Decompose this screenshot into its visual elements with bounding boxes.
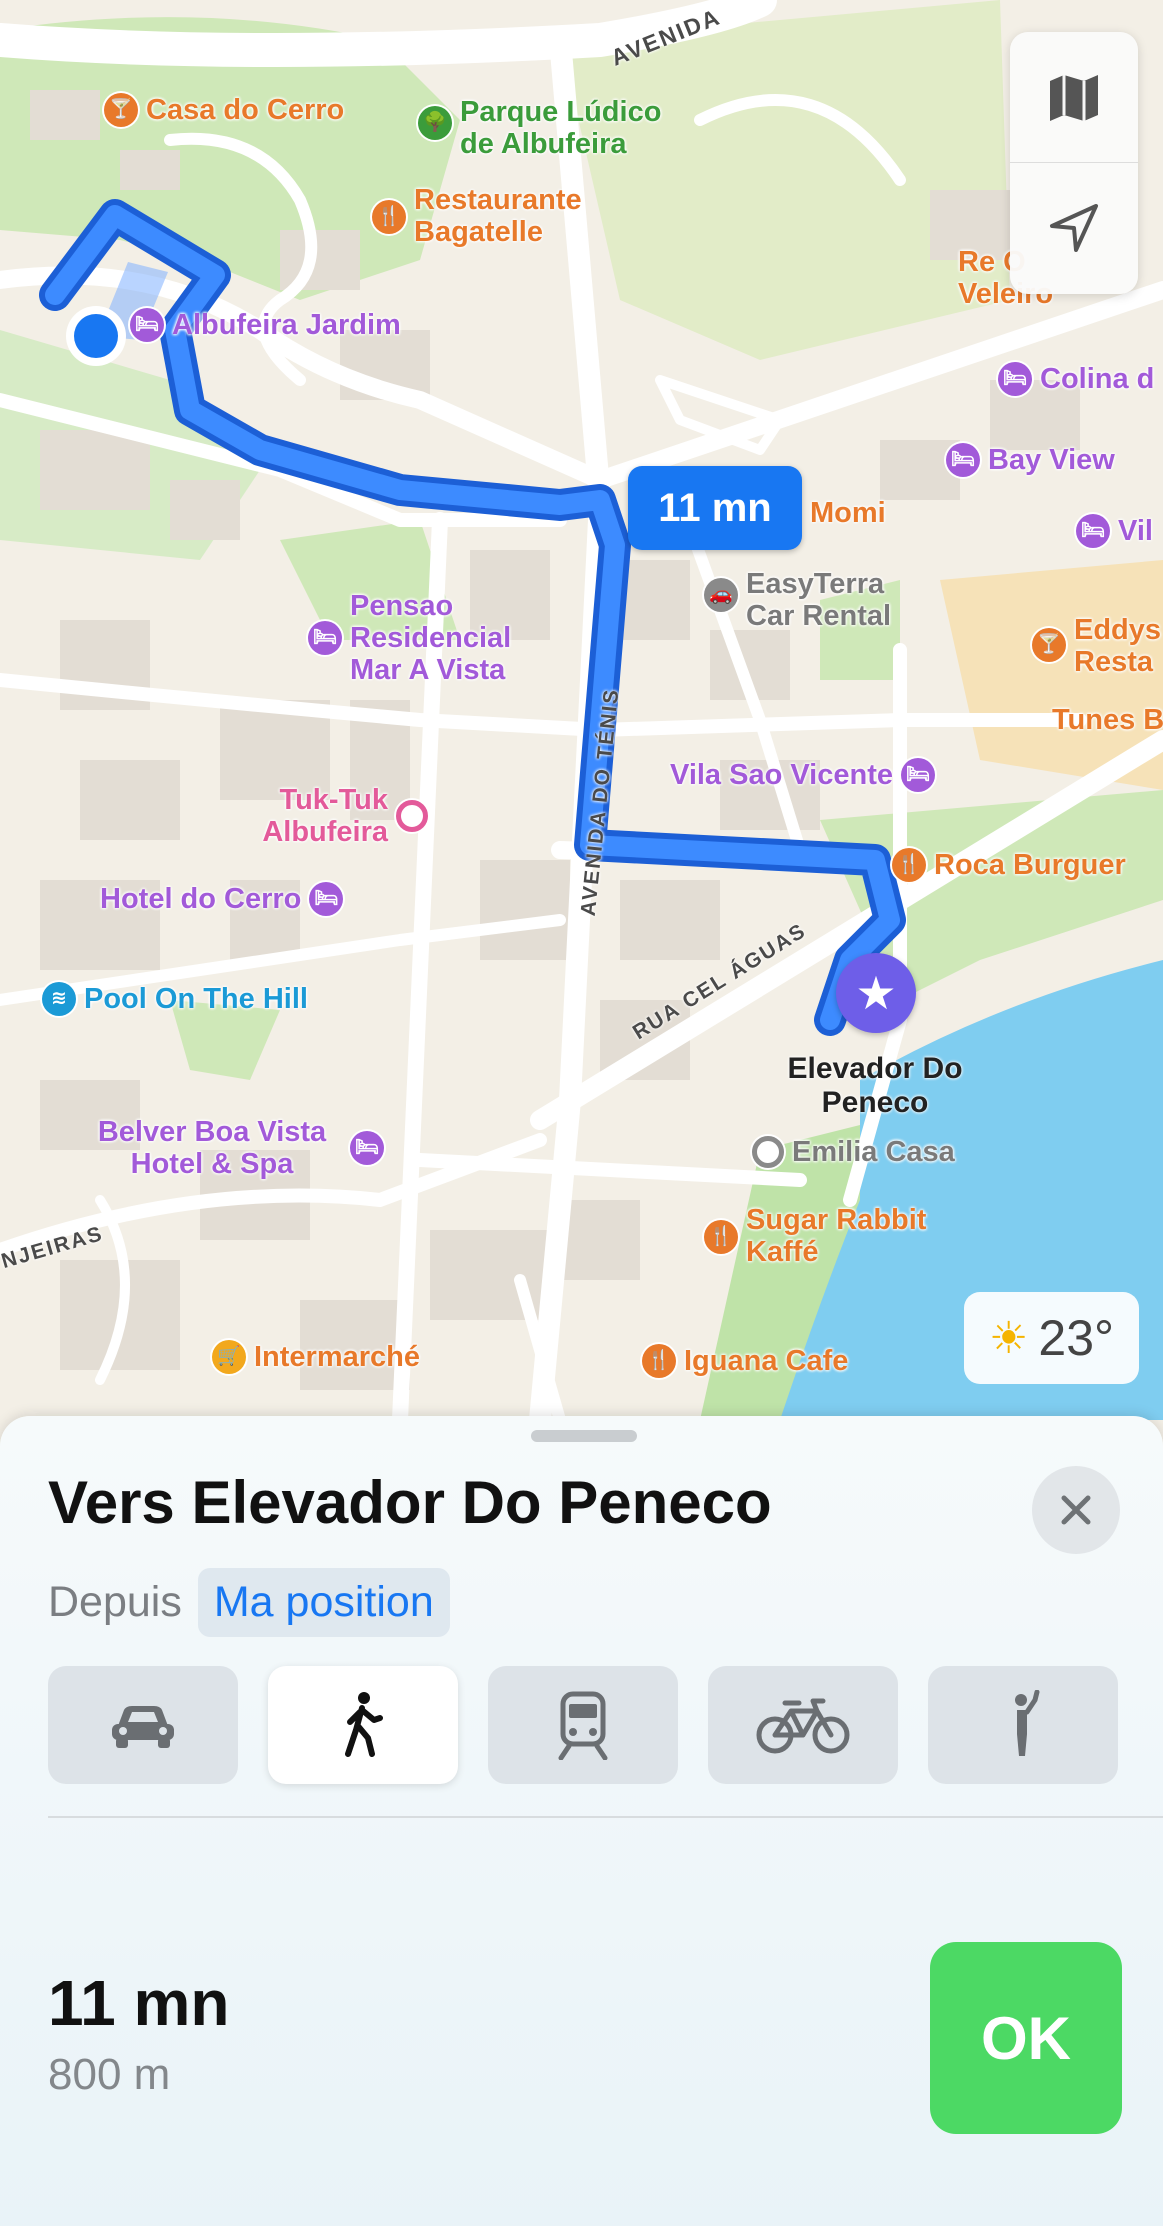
poi-vil[interactable]: 🛏 Vil xyxy=(1076,514,1153,548)
poi-tunes[interactable]: Tunes B xyxy=(1052,704,1163,736)
poi-belver-boa-vista[interactable]: Belver Boa Vista Hotel & Spa 🛏 xyxy=(82,1116,384,1180)
poi-label: Restaurante Bagatelle xyxy=(414,184,582,248)
transport-modes xyxy=(48,1666,1118,1784)
poi-label: Eddys Resta xyxy=(1074,614,1162,678)
poi-tuk-tuk[interactable]: Tuk-Tuk Albufeira xyxy=(238,784,428,848)
poi-label: Pool On The Hill xyxy=(84,983,308,1015)
bed-icon: 🛏 xyxy=(350,1131,384,1165)
bar-icon: 🍸 xyxy=(1032,628,1066,662)
pool-icon: ≋ xyxy=(42,982,76,1016)
mode-car-button[interactable] xyxy=(48,1666,238,1784)
ok-button[interactable]: OK xyxy=(930,1942,1122,2134)
cart-icon: 🛒 xyxy=(212,1340,246,1374)
map-controls xyxy=(1010,32,1138,294)
fork-knife-icon: 🍴 xyxy=(892,848,926,882)
close-icon xyxy=(1061,1495,1091,1525)
walk-icon xyxy=(345,1692,383,1757)
mode-rideshare-button[interactable] xyxy=(928,1666,1118,1784)
map-view[interactable]: AVENIDA AVENIDA DO TÉNIS RUA CEL ÁGUAS N… xyxy=(0,0,1163,1420)
bed-icon: 🛏 xyxy=(946,443,980,477)
bed-icon: 🛏 xyxy=(901,758,935,792)
car-rental-icon: 🚗 xyxy=(704,578,738,612)
poi-label: Parque Lúdico de Albufeira xyxy=(460,96,662,160)
route-distance: 800 m xyxy=(48,2050,171,2099)
bed-icon: 🛏 xyxy=(130,308,164,342)
bed-icon: 🛏 xyxy=(308,621,342,655)
mode-walk-button[interactable] xyxy=(268,1666,458,1784)
train-icon xyxy=(558,1691,608,1760)
poi-label: Vila Sao Vicente xyxy=(670,759,893,791)
poi-label: EasyTerra Car Rental xyxy=(746,568,892,632)
directions-title: Vers Elevador Do Peneco xyxy=(48,1469,772,1536)
map-mode-button[interactable] xyxy=(1010,32,1138,162)
poi-label: Pensao Residencial Mar A Vista xyxy=(350,590,512,686)
bed-icon: 🛏 xyxy=(998,362,1032,396)
poi-label: Albufeira Jardim xyxy=(172,309,401,341)
origin-value-button[interactable]: Ma position xyxy=(197,1568,450,1637)
poi-roca-burguer[interactable]: 🍴 Roca Burguer xyxy=(892,848,1126,882)
poi-sugar-rabbit[interactable]: 🍴 Sugar Rabbit Kaffé xyxy=(704,1204,956,1268)
origin-row: Depuis Ma position xyxy=(48,1568,450,1637)
place-icon xyxy=(752,1136,784,1168)
attraction-icon xyxy=(396,800,428,832)
mode-transit-button[interactable] xyxy=(488,1666,678,1784)
poi-bay-view[interactable]: 🛏 Bay View xyxy=(946,443,1115,477)
poi-momi[interactable]: Momi xyxy=(810,497,886,529)
poi-eddys[interactable]: 🍸 Eddys Resta xyxy=(1032,614,1163,678)
weather-temperature: 23° xyxy=(1038,1310,1115,1366)
map-icon xyxy=(1050,75,1098,121)
poi-pool-on-the-hill[interactable]: ≋ Pool On The Hill xyxy=(42,982,308,1016)
bed-icon: 🛏 xyxy=(309,882,344,916)
divider xyxy=(48,1816,1163,1818)
poi-label: Roca Burguer xyxy=(934,849,1126,881)
poi-albufeira-jardim[interactable]: 🛏 Albufeira Jardim xyxy=(130,308,401,342)
poi-label: Tuk-Tuk Albufeira xyxy=(262,784,388,848)
poi-label: Emilia Casa xyxy=(792,1136,955,1168)
bar-icon: 🍸 xyxy=(104,93,138,127)
destination-star-icon[interactable]: ★ xyxy=(836,953,916,1033)
poi-intermarche[interactable]: 🛒 Intermarché xyxy=(212,1340,420,1374)
poi-label: Belver Boa Vista Hotel & Spa xyxy=(97,1116,327,1180)
poi-vila-sao-vicente[interactable]: Vila Sao Vicente 🛏 xyxy=(670,758,935,792)
poi-label: Bay View xyxy=(988,444,1115,476)
poi-pensao-residencial[interactable]: 🛏 Pensao Residencial Mar A Vista xyxy=(308,590,550,686)
poi-hotel-do-cerro[interactable]: Hotel do Cerro 🛏 xyxy=(100,882,344,916)
poi-emilia-casa[interactable]: Emilia Casa xyxy=(752,1136,955,1168)
sun-icon: ☀ xyxy=(988,1313,1029,1363)
poi-label: Iguana Cafe xyxy=(684,1345,849,1377)
poi-label: Momi xyxy=(810,497,886,529)
poi-label: Casa do Cerro xyxy=(146,94,345,126)
weather-badge: ☀ 23° xyxy=(964,1292,1139,1384)
bed-icon: 🛏 xyxy=(1076,514,1110,548)
destination-label: Elevador Do Peneco xyxy=(787,1052,963,1119)
route-duration: 11 mn xyxy=(48,1967,230,2039)
car-icon xyxy=(112,1706,174,1748)
poi-label: Vil xyxy=(1118,515,1153,547)
bike-icon xyxy=(756,1698,850,1754)
fork-knife-icon: 🍴 xyxy=(642,1344,676,1378)
origin-label: Depuis xyxy=(48,1578,182,1626)
poi-colina[interactable]: 🛏 Colina d xyxy=(998,362,1154,396)
sheet-grabber[interactable] xyxy=(531,1430,637,1442)
poi-label: Colina d xyxy=(1040,363,1155,395)
hail-icon xyxy=(1015,1690,1040,1756)
fork-knife-icon: 🍴 xyxy=(704,1220,738,1254)
poi-restaurante-bagatelle[interactable]: 🍴 Restaurante Bagatelle xyxy=(372,184,624,248)
locate-button[interactable] xyxy=(1010,163,1138,293)
poi-label: Tunes B xyxy=(1052,704,1163,736)
close-button[interactable] xyxy=(1032,1466,1120,1554)
tree-icon: 🌳 xyxy=(418,106,452,140)
location-arrow-icon xyxy=(1050,204,1098,252)
route-eta-bubble[interactable]: 11 mn xyxy=(628,466,802,550)
poi-label: Hotel do Cerro xyxy=(100,883,302,915)
poi-casa-do-cerro[interactable]: 🍸 Casa do Cerro xyxy=(104,93,344,127)
poi-easyterra[interactable]: 🚗 EasyTerra Car Rental xyxy=(704,568,916,632)
mode-bike-button[interactable] xyxy=(708,1666,898,1784)
poi-label: Intermarché xyxy=(254,1341,421,1373)
fork-knife-icon: 🍴 xyxy=(372,200,406,234)
poi-iguana-cafe[interactable]: 🍴 Iguana Cafe xyxy=(642,1344,848,1378)
poi-parque-ludico[interactable]: 🌳 Parque Lúdico de Albufeira xyxy=(418,96,700,160)
directions-sheet: Vers Elevador Do Peneco Depuis Ma positi… xyxy=(0,1416,1163,2226)
poi-label: Sugar Rabbit Kaffé xyxy=(746,1204,927,1268)
